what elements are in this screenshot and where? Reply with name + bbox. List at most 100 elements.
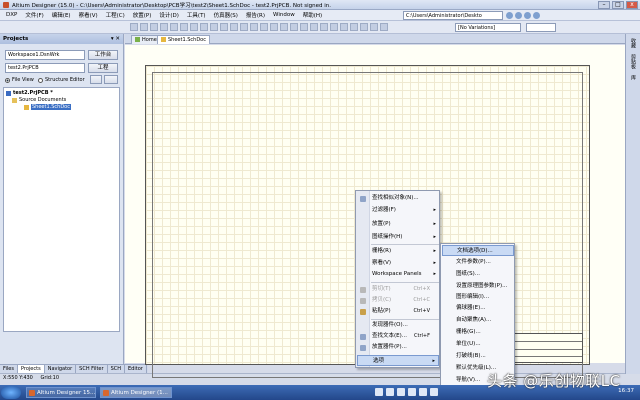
cut-icon[interactable] [190, 23, 198, 31]
menu-options[interactable]: 选项 ▸ [357, 355, 439, 366]
new-icon[interactable] [130, 23, 138, 31]
panel-pin-icon[interactable]: ▾ ✕ [111, 34, 120, 44]
sheet-symbol-icon[interactable] [320, 23, 328, 31]
submenu-grids[interactable]: 栅格(G)... [442, 327, 514, 338]
redo-icon[interactable] [250, 23, 258, 31]
submenu-break-wire[interactable]: 打破线(B)... [442, 351, 514, 362]
right-tab-clipboard[interactable]: 剪贴板 [629, 54, 637, 69]
tab-navigator[interactable]: Navigator [45, 365, 77, 373]
home-icon[interactable] [524, 12, 531, 19]
ground-icon[interactable] [300, 23, 308, 31]
submenu-sheet[interactable]: 图纸(S)... [442, 269, 514, 280]
save-icon[interactable] [150, 23, 158, 31]
variant-select[interactable]: [No Variations] [455, 23, 521, 32]
menu-grids[interactable]: 栅格(R) ▸ [357, 246, 439, 257]
tab-sheet1[interactable]: Sheet1.SchDoc [157, 35, 210, 44]
menu-help[interactable]: 帮助(H) [299, 11, 326, 19]
volume-icon[interactable] [408, 388, 416, 396]
tab-sch[interactable]: SCH [108, 365, 126, 373]
no-erc-icon[interactable] [340, 23, 348, 31]
menu-window[interactable]: Window [269, 12, 299, 18]
compile-icon[interactable] [360, 23, 368, 31]
copy-icon[interactable] [200, 23, 208, 31]
menu-find-text[interactable]: 查找文本(E)... Ctrl+F [357, 331, 439, 342]
menu-reports[interactable]: 报告(R) [242, 11, 269, 19]
tree-project[interactable]: test2.PrjPCB * [6, 90, 53, 96]
submenu-autofocus[interactable]: 自动聚焦(A)... [442, 315, 514, 326]
port-icon[interactable] [330, 23, 338, 31]
forward-icon[interactable] [515, 12, 522, 19]
menu-design[interactable]: 设计(D) [155, 11, 183, 19]
menu-place-part[interactable]: 放置器件(P)... [357, 342, 439, 353]
bus-icon[interactable] [270, 23, 278, 31]
zoom-fit-icon[interactable] [180, 23, 188, 31]
workspace-button[interactable]: 工作台 [88, 50, 118, 60]
menu-workspace-panels[interactable]: Workspace Panels ▸ [357, 269, 439, 280]
open-icon[interactable] [140, 23, 148, 31]
language-icon[interactable] [386, 388, 394, 396]
menu-discover-parts[interactable]: 发现器件(O)... [357, 320, 439, 331]
select-icon[interactable] [220, 23, 228, 31]
net-label-icon[interactable] [280, 23, 288, 31]
file-view-radio[interactable]: File View [5, 77, 34, 83]
path-field[interactable]: C:\Users\Administrator\Deskto [403, 11, 503, 20]
menu-copy[interactable]: 拷贝(C) Ctrl+C [357, 295, 439, 306]
menu-view[interactable]: 察看(V) [75, 11, 102, 19]
submenu-units[interactable]: 单位(U)... [442, 339, 514, 350]
ime-icon[interactable] [375, 388, 383, 396]
menu-view[interactable]: 察看(V) ▸ [357, 258, 439, 269]
maximize-button[interactable]: □ [612, 1, 624, 9]
project-select[interactable]: test2.PrjPCB [5, 63, 85, 73]
part-icon[interactable] [310, 23, 318, 31]
tab-editor[interactable]: Editor [125, 365, 147, 373]
options-button[interactable] [104, 75, 118, 84]
submenu-graphical-editing[interactable]: 图形编辑(I)... [442, 292, 514, 303]
paste-icon[interactable] [210, 23, 218, 31]
right-tab-favorites[interactable]: 收藏 [629, 38, 637, 48]
submenu-document-parameters[interactable]: 文件参数(P)... [442, 257, 514, 268]
power-icon[interactable] [290, 23, 298, 31]
tray-icon[interactable] [419, 388, 427, 396]
zoom-icon[interactable] [170, 23, 178, 31]
menu-simulator[interactable]: 仿真器(S) [210, 11, 242, 19]
workspace-select[interactable]: Workspace1.DsnWrk [5, 50, 85, 60]
right-tab-libraries[interactable]: 库 [629, 75, 637, 80]
filter-combo[interactable] [526, 23, 556, 32]
tab-files[interactable]: Files [0, 365, 18, 373]
minimize-button[interactable]: – [598, 1, 610, 9]
back-icon[interactable] [506, 12, 513, 19]
menu-edit[interactable]: 编辑(E) [48, 11, 75, 19]
tree-file[interactable]: Sheet1.SchDoc [24, 104, 71, 110]
close-button[interactable]: x [626, 1, 638, 9]
menu-dxp[interactable]: DXP [2, 12, 21, 18]
favorite-icon[interactable] [533, 12, 540, 19]
print-icon[interactable] [160, 23, 168, 31]
network-icon[interactable] [397, 388, 405, 396]
help-icon[interactable] [380, 23, 388, 31]
menu-find-similar[interactable]: 查找相似对象(N)... [357, 193, 439, 204]
menu-cut[interactable]: 剪切(T) Ctrl+X [357, 284, 439, 295]
submenu-compiler[interactable]: 偏球器(E)... [442, 303, 514, 314]
wire-icon[interactable] [260, 23, 268, 31]
move-icon[interactable] [230, 23, 238, 31]
menu-tools[interactable]: 工具(T) [183, 11, 210, 19]
tab-projects[interactable]: Projects [17, 365, 45, 373]
menu-paste[interactable]: 粘贴(P) Ctrl+V [357, 306, 439, 317]
menu-place[interactable]: 放置(P) ▸ [357, 219, 439, 230]
submenu-document-options[interactable]: 文档选项(D)... [442, 245, 514, 256]
project-button[interactable]: 工程 [88, 63, 118, 73]
tree-folder[interactable]: Source Documents [12, 97, 66, 103]
menu-project[interactable]: 工程(C) [102, 11, 129, 19]
text-icon[interactable] [350, 23, 358, 31]
taskbar-item-altium-2[interactable]: Altium Designer (1... [100, 387, 172, 398]
menu-place[interactable]: 放置(P) [129, 11, 156, 19]
menu-filter[interactable]: 过滤器(F) ▸ [357, 205, 439, 216]
structure-editor-radio[interactable]: Structure Editor [38, 77, 85, 83]
menu-sheet-actions[interactable]: 图纸操作(H) ▸ [357, 232, 439, 243]
browse-icon[interactable] [370, 23, 378, 31]
tray-icon[interactable] [430, 388, 438, 396]
undo-icon[interactable] [240, 23, 248, 31]
start-button[interactable] [1, 386, 21, 399]
submenu-schematic-preferences[interactable]: 设置原理图参数(P)... [442, 281, 514, 292]
menu-file[interactable]: 文件(F) [21, 11, 47, 19]
